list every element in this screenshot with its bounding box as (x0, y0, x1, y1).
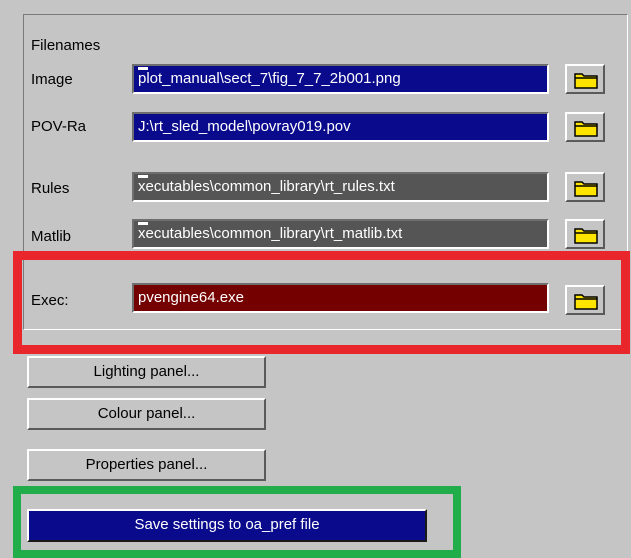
rules-filename-value: xecutables\common_library\rt_rules.txt (138, 178, 395, 195)
exec-browse-button[interactable] (565, 285, 605, 315)
rules-filename-field[interactable]: xecutables\common_library\rt_rules.txt (132, 172, 549, 202)
matlib-filename-field[interactable]: xecutables\common_library\rt_matlib.txt (132, 219, 549, 249)
folder-icon (574, 181, 598, 197)
image-label: Image (31, 71, 73, 88)
folder-icon (574, 121, 598, 137)
folder-icon (574, 228, 598, 244)
matlib-label: Matlib (31, 228, 72, 245)
matlib-filename-value: xecutables\common_library\rt_matlib.txt (138, 225, 403, 242)
colour-panel-button[interactable]: Colour panel... (27, 398, 266, 430)
exec-label: Exec: (31, 292, 69, 309)
folder-icon (574, 73, 598, 89)
properties-panel-button[interactable]: Properties panel... (27, 449, 266, 481)
matlib-browse-button[interactable] (565, 219, 605, 249)
image-filename-value: plot_manual\sect_7\fig_7_7_2b001.png (138, 70, 401, 87)
image-browse-button[interactable] (565, 64, 605, 94)
pov-filename-field[interactable]: J:\rt_sled_model\povray019.pov (132, 112, 549, 142)
pov-label: POV-Ra (31, 118, 87, 135)
text-cursor (138, 175, 148, 178)
exec-filename-field[interactable]: pvengine64.exe (132, 283, 549, 313)
filenames-group-label: Filenames (31, 37, 101, 54)
rules-label: Rules (31, 180, 70, 197)
folder-icon (574, 294, 598, 310)
exec-filename-value: pvengine64.exe (138, 289, 244, 306)
image-filename-field[interactable]: plot_manual\sect_7\fig_7_7_2b001.png (132, 64, 549, 94)
pov-filename-value: J:\rt_sled_model\povray019.pov (138, 118, 351, 135)
text-cursor (138, 67, 148, 70)
lighting-panel-button[interactable]: Lighting panel... (27, 356, 266, 388)
text-cursor (138, 222, 148, 225)
save-settings-button[interactable]: Save settings to oa_pref file (27, 509, 427, 542)
rules-browse-button[interactable] (565, 172, 605, 202)
pov-browse-button[interactable] (565, 112, 605, 142)
